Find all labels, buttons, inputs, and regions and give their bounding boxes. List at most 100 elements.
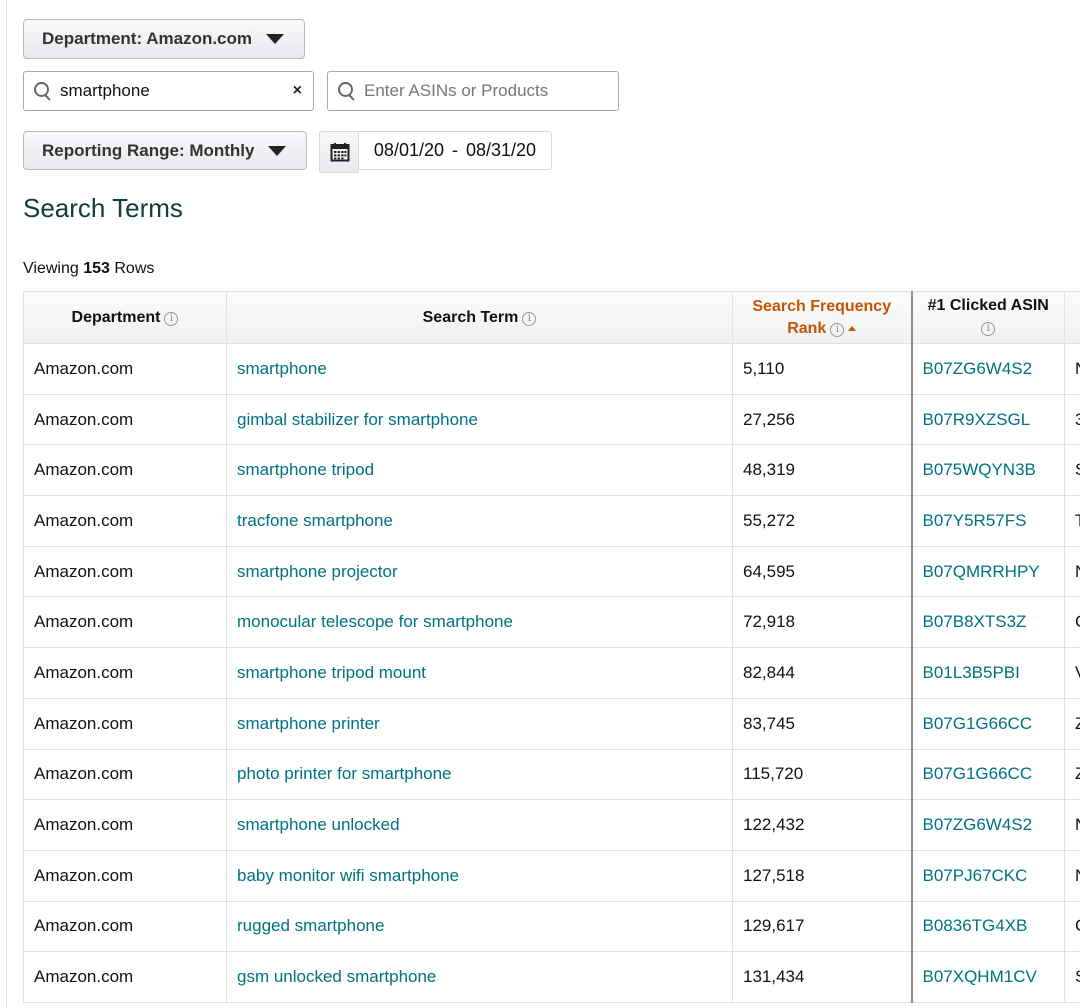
table-row: Amazon.comsmartphone5,110B07ZG6W4S2N [23,343,1080,395]
cell-clicked-asin-link[interactable]: B075WQYN3B [910,444,1065,497]
header-search-frequency-rank[interactable]: Search Frequency Rank i [732,291,912,344]
cell-clicked-asin-link[interactable]: B07PJ67CKC [910,849,1065,902]
header-search-term-label: Search Term [422,308,519,326]
reporting-range-dropdown[interactable]: Reporting Range: Monthly [23,131,307,170]
cell-search-term-link[interactable]: photo printer for smartphone [226,748,733,801]
rows-info-suffix: Rows [114,260,155,277]
date-start: 08/01/20 [373,140,444,160]
table-row: Amazon.com smartphone tripod 48,319 B075WQY… [23,444,1080,497]
info-icon[interactable]: i [522,311,537,326]
asin-search-field[interactable] [327,71,619,111]
header-freq-line2: Rank [787,319,827,337]
search-icon [34,82,52,100]
table-row: Amazon.com smartphone tripod mount 82,844 B… [23,647,1080,699]
table-row: Amazon.com smartphone unlocked 122,432 B07Z… [23,799,1080,851]
header-asin-label: #1 Clicked ASIN [927,297,1049,314]
cell-search-term-link[interactable]: smartphone tripod [226,444,733,497]
date-range-field[interactable]: 08/01/20 - 08/31/20 [358,131,552,170]
left-divider [6,0,7,1008]
cell-next-column: N [1064,343,1080,395]
info-icon[interactable]: i [981,322,996,336]
cell-frequency-rank: 27,256 [732,393,912,446]
header-department[interactable]: Department i [23,291,227,344]
cell-search-term-link[interactable]: baby monitor wifi smartphone [226,849,733,902]
rows-info-prefix: Viewing [23,260,79,277]
table-body: Amazon.comsmartphone5,110B07ZG6W4S2NAmaz… [23,343,1080,1003]
asin-search-input[interactable] [364,76,618,106]
cell-next-column: Z [1064,697,1080,750]
sort-ascending-icon [848,325,857,331]
cell-clicked-asin-link[interactable]: B07G1G66CC [910,697,1065,750]
table-row: Amazon.com rugged smartphone 129,617 B0836T… [23,900,1080,953]
cell-frequency-rank: 55,272 [732,495,912,547]
cell-frequency-rank: 48,319 [732,444,912,497]
cell-department: Amazon.com [23,545,227,598]
department-dropdown-label: Department: Amazon.com [42,29,253,48]
cell-search-term-link[interactable]: smartphone printer [226,697,733,750]
cell-frequency-rank: 5,110 [732,343,912,395]
info-icon[interactable]: i [164,311,179,326]
cell-frequency-rank: 72,918 [732,596,912,649]
table-row: Amazon.com monocular telescope for smartp… [23,596,1080,649]
cell-frequency-rank: 131,434 [732,951,912,1003]
cell-next-column: N [1064,545,1080,598]
rows-count: 153 [83,260,110,277]
cell-search-term-link[interactable]: gimbal stabilizer for smartphone [226,393,733,446]
header-search-term[interactable]: Search Term i [226,291,733,344]
cell-clicked-asin-link[interactable]: B07Y5R57FS [910,495,1065,547]
cell-department: Amazon.com [23,495,227,547]
cell-department: Amazon.com [23,393,227,446]
cell-clicked-asin-link[interactable]: B07B8XTS3Z [910,596,1065,649]
cell-search-term-link[interactable]: monocular telescope for smartphone [226,596,733,649]
cell-department: Amazon.com [23,849,227,902]
date-end: 08/31/20 [466,140,537,160]
cell-clicked-asin-link[interactable]: B07R9XZSGL [910,393,1065,446]
cell-next-column: C [1064,596,1080,649]
cell-frequency-rank: 127,518 [732,849,912,902]
cell-search-term-link[interactable]: smartphone unlocked [226,799,733,851]
table-row: Amazon.com baby monitor wifi smartphone 12… [23,849,1080,902]
search-term-input[interactable] [60,76,293,106]
cell-department: Amazon.com [23,748,227,801]
cell-frequency-rank: 64,595 [732,545,912,598]
cell-clicked-asin-link[interactable]: B0836TG4XB [910,900,1065,953]
table-row: Amazon.com gimbal stabilizer for smartpho… [23,393,1080,446]
cell-frequency-rank: 129,617 [732,900,912,953]
calendar-icon [330,143,349,162]
caret-down-icon [268,145,287,156]
clear-icon[interactable]: × [293,82,302,100]
table-row: Amazon.com smartphone projector 64,595 B07Q… [23,545,1080,598]
header-clicked-asin[interactable]: #1 Clicked ASIN i [910,291,1065,344]
cell-search-term-link[interactable]: smartphone [226,343,733,395]
calendar-button[interactable] [319,131,359,173]
cell-department: Amazon.com [23,951,227,1003]
cell-search-term-link[interactable]: rugged smartphone [226,900,733,953]
search-terms-table: Department i Search Term i Search Frequenc… [23,291,1080,1008]
department-dropdown[interactable]: Department: Amazon.com [23,19,305,59]
cell-search-term-link[interactable]: gsm unlocked smartphone [226,951,733,1003]
cell-clicked-asin-link[interactable]: B07G1G66CC [910,748,1065,801]
cell-department: Amazon.com [23,647,227,699]
caret-down-icon [266,34,285,44]
cell-next-column: S [1064,951,1080,1003]
cell-frequency-rank: 82,844 [732,647,912,699]
info-icon[interactable]: i [830,322,845,337]
cell-next-column: S [1064,444,1080,497]
cell-clicked-asin-link[interactable]: B01L3B5PBI [910,647,1065,699]
search-term-field[interactable]: × [23,71,314,111]
cell-next-column: Z [1064,748,1080,801]
header-freq-line1: Search Frequency [752,297,892,315]
cell-department: Amazon.com [23,697,227,750]
cell-clicked-asin-link[interactable]: B07XQHM1CV [910,951,1065,1003]
cell-search-term-link[interactable]: smartphone tripod mount [226,647,733,699]
cell-frequency-rank: 122,432 [732,799,912,851]
table-row: Amazon.com smartphone printer 83,745 B07G1G… [23,697,1080,750]
cell-search-term-link[interactable]: smartphone projector [226,545,733,598]
table-row: Amazon.com photo printer for smartphone 11… [23,748,1080,801]
cell-search-term-link[interactable]: tracfone smartphone [226,495,733,547]
cell-clicked-asin-link[interactable]: B07ZG6W4S2 [910,343,1065,395]
cell-next-column: T [1064,495,1080,547]
cell-clicked-asin-link[interactable]: B07ZG6W4S2 [910,799,1065,851]
cell-department: Amazon.com [23,444,227,497]
cell-clicked-asin-link[interactable]: B07QMRRHPY [910,545,1065,598]
